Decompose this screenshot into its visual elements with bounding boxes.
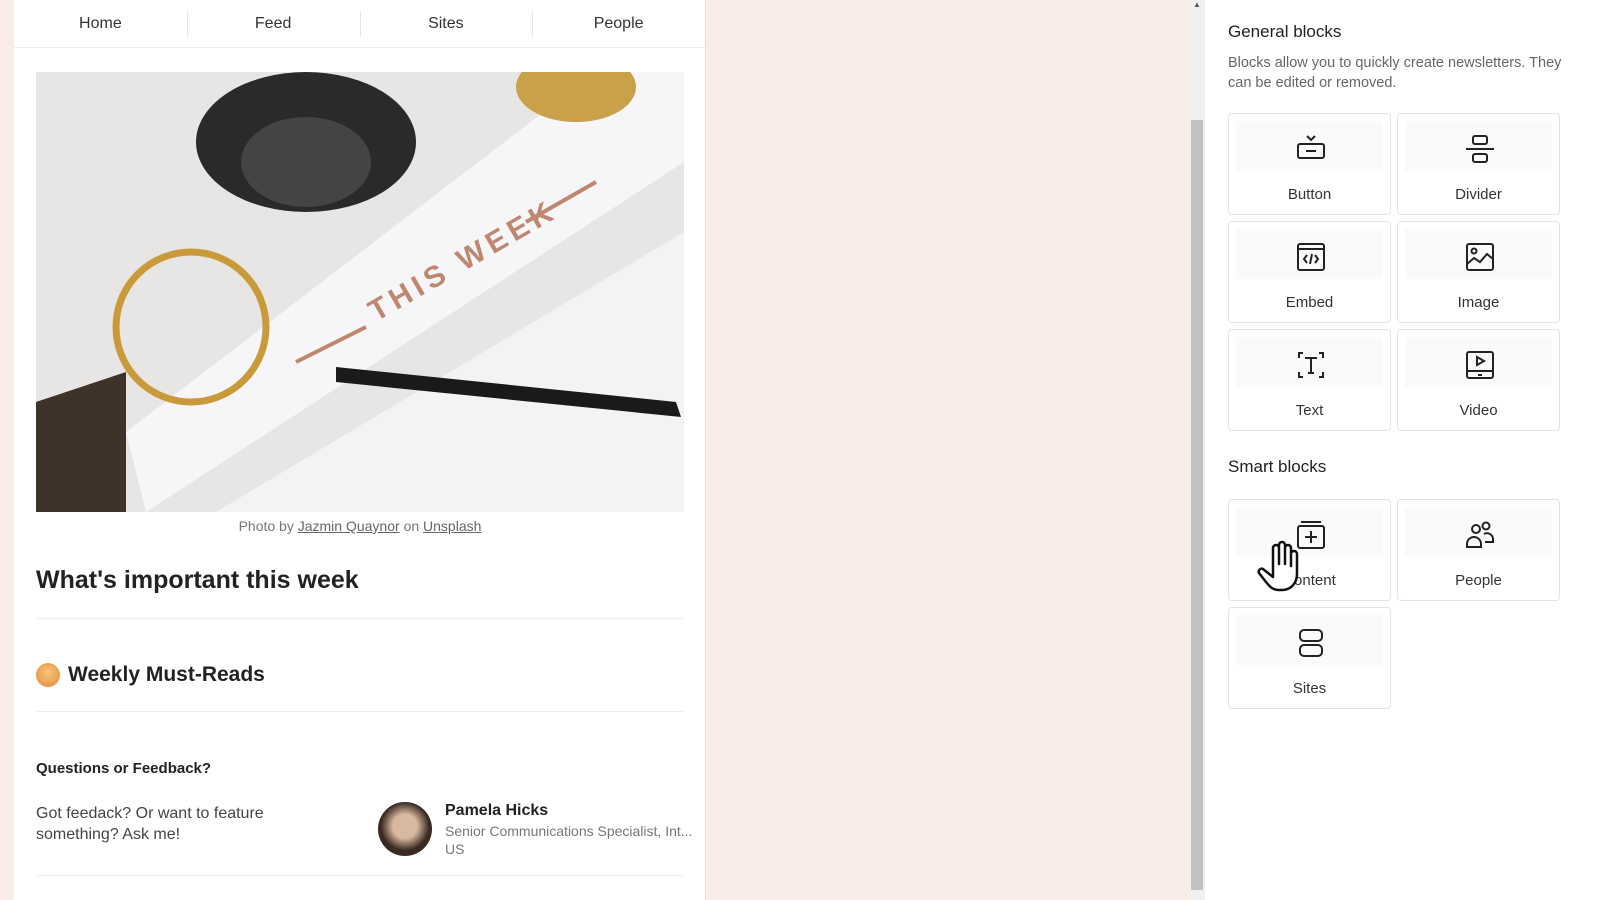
smart-blocks-grid: Content People Sites	[1228, 499, 1560, 709]
author-link[interactable]: Jazmin Quaynor	[298, 518, 400, 534]
smart-blocks-title: Smart blocks	[1228, 457, 1327, 476]
divider	[36, 711, 684, 712]
block-button[interactable]: Button	[1228, 113, 1391, 215]
video-icon	[1466, 351, 1494, 379]
block-label: Text	[1295, 402, 1324, 419]
block-embed[interactable]: Embed	[1228, 221, 1391, 323]
block-people[interactable]: People	[1397, 499, 1560, 601]
block-label: Button	[1287, 186, 1332, 203]
block-label: Divider	[1455, 186, 1502, 203]
block-label: Sites	[1292, 680, 1327, 697]
nav-people[interactable]: People	[532, 10, 705, 37]
source-link[interactable]: Unsplash	[423, 518, 481, 534]
newsletter-preview: Home Feed Sites People THIS WEEK Photo b…	[14, 0, 706, 900]
block-text[interactable]: Text	[1228, 329, 1391, 431]
nav-bar: Home Feed Sites People	[14, 0, 705, 48]
general-blocks-title: General blocks	[1228, 22, 1342, 41]
divider	[36, 618, 684, 619]
block-image[interactable]: Image	[1397, 221, 1560, 323]
nav-home[interactable]: Home	[14, 15, 187, 33]
panel-description: Blocks allow you to quickly create newsl…	[1228, 55, 1562, 91]
block-divider[interactable]: Divider	[1397, 113, 1560, 215]
block-label: Image	[1457, 294, 1500, 311]
contact-job: Senior Communications Specialist, Int...	[445, 823, 693, 839]
emoji-icon	[36, 663, 60, 687]
block-label: Video	[1459, 402, 1498, 419]
general-blocks-grid: Button Divider Embed Image Text Video	[1228, 113, 1560, 431]
scroll-up-icon[interactable]: ▲	[1193, 0, 1201, 9]
block-sites[interactable]: Sites	[1228, 607, 1391, 709]
nav-feed[interactable]: Feed	[186, 10, 360, 37]
people-icon	[1466, 521, 1494, 548]
nav-sites[interactable]: Sites	[359, 10, 533, 37]
image-icon	[1466, 243, 1494, 271]
button-icon	[1297, 135, 1325, 159]
scrollbar[interactable]: ▲	[1190, 0, 1204, 900]
scrollbar-thumb[interactable]	[1191, 120, 1203, 890]
hand-cursor-icon	[1257, 540, 1299, 592]
block-label: Content	[1283, 572, 1336, 589]
section-title: Weekly Must-Reads	[68, 663, 265, 686]
newsletter-heading: What's important this week	[36, 566, 359, 594]
block-video[interactable]: Video	[1397, 329, 1560, 431]
contact-title: Senior Communications Specialist, Int...…	[445, 822, 692, 858]
caption-mid: on	[403, 518, 420, 534]
contact-text: Got feedack? Or want to feature somethin…	[36, 805, 264, 843]
avatar	[378, 802, 432, 856]
photo-caption: Photo by Jazmin Quaynor on Unsplash	[14, 518, 706, 534]
caption-prefix: Photo by	[238, 518, 294, 534]
block-label: People	[1455, 572, 1502, 589]
divider	[36, 875, 684, 876]
contact-heading: Questions or Feedback?	[36, 760, 212, 777]
embed-icon	[1297, 243, 1325, 271]
section-heading: Weekly Must-Reads	[36, 663, 265, 687]
contact-location: US	[445, 841, 465, 857]
blocks-panel: General blocks Blocks allow you to quick…	[1205, 0, 1600, 900]
contact-name[interactable]: Pamela Hicks	[445, 802, 548, 820]
hero-photo: THIS WEEK	[36, 72, 684, 512]
sites-icon	[1299, 629, 1323, 657]
block-content[interactable]: Content	[1228, 499, 1391, 601]
divider-icon	[1466, 135, 1494, 163]
text-icon	[1298, 352, 1324, 378]
block-label: Embed	[1285, 294, 1334, 311]
